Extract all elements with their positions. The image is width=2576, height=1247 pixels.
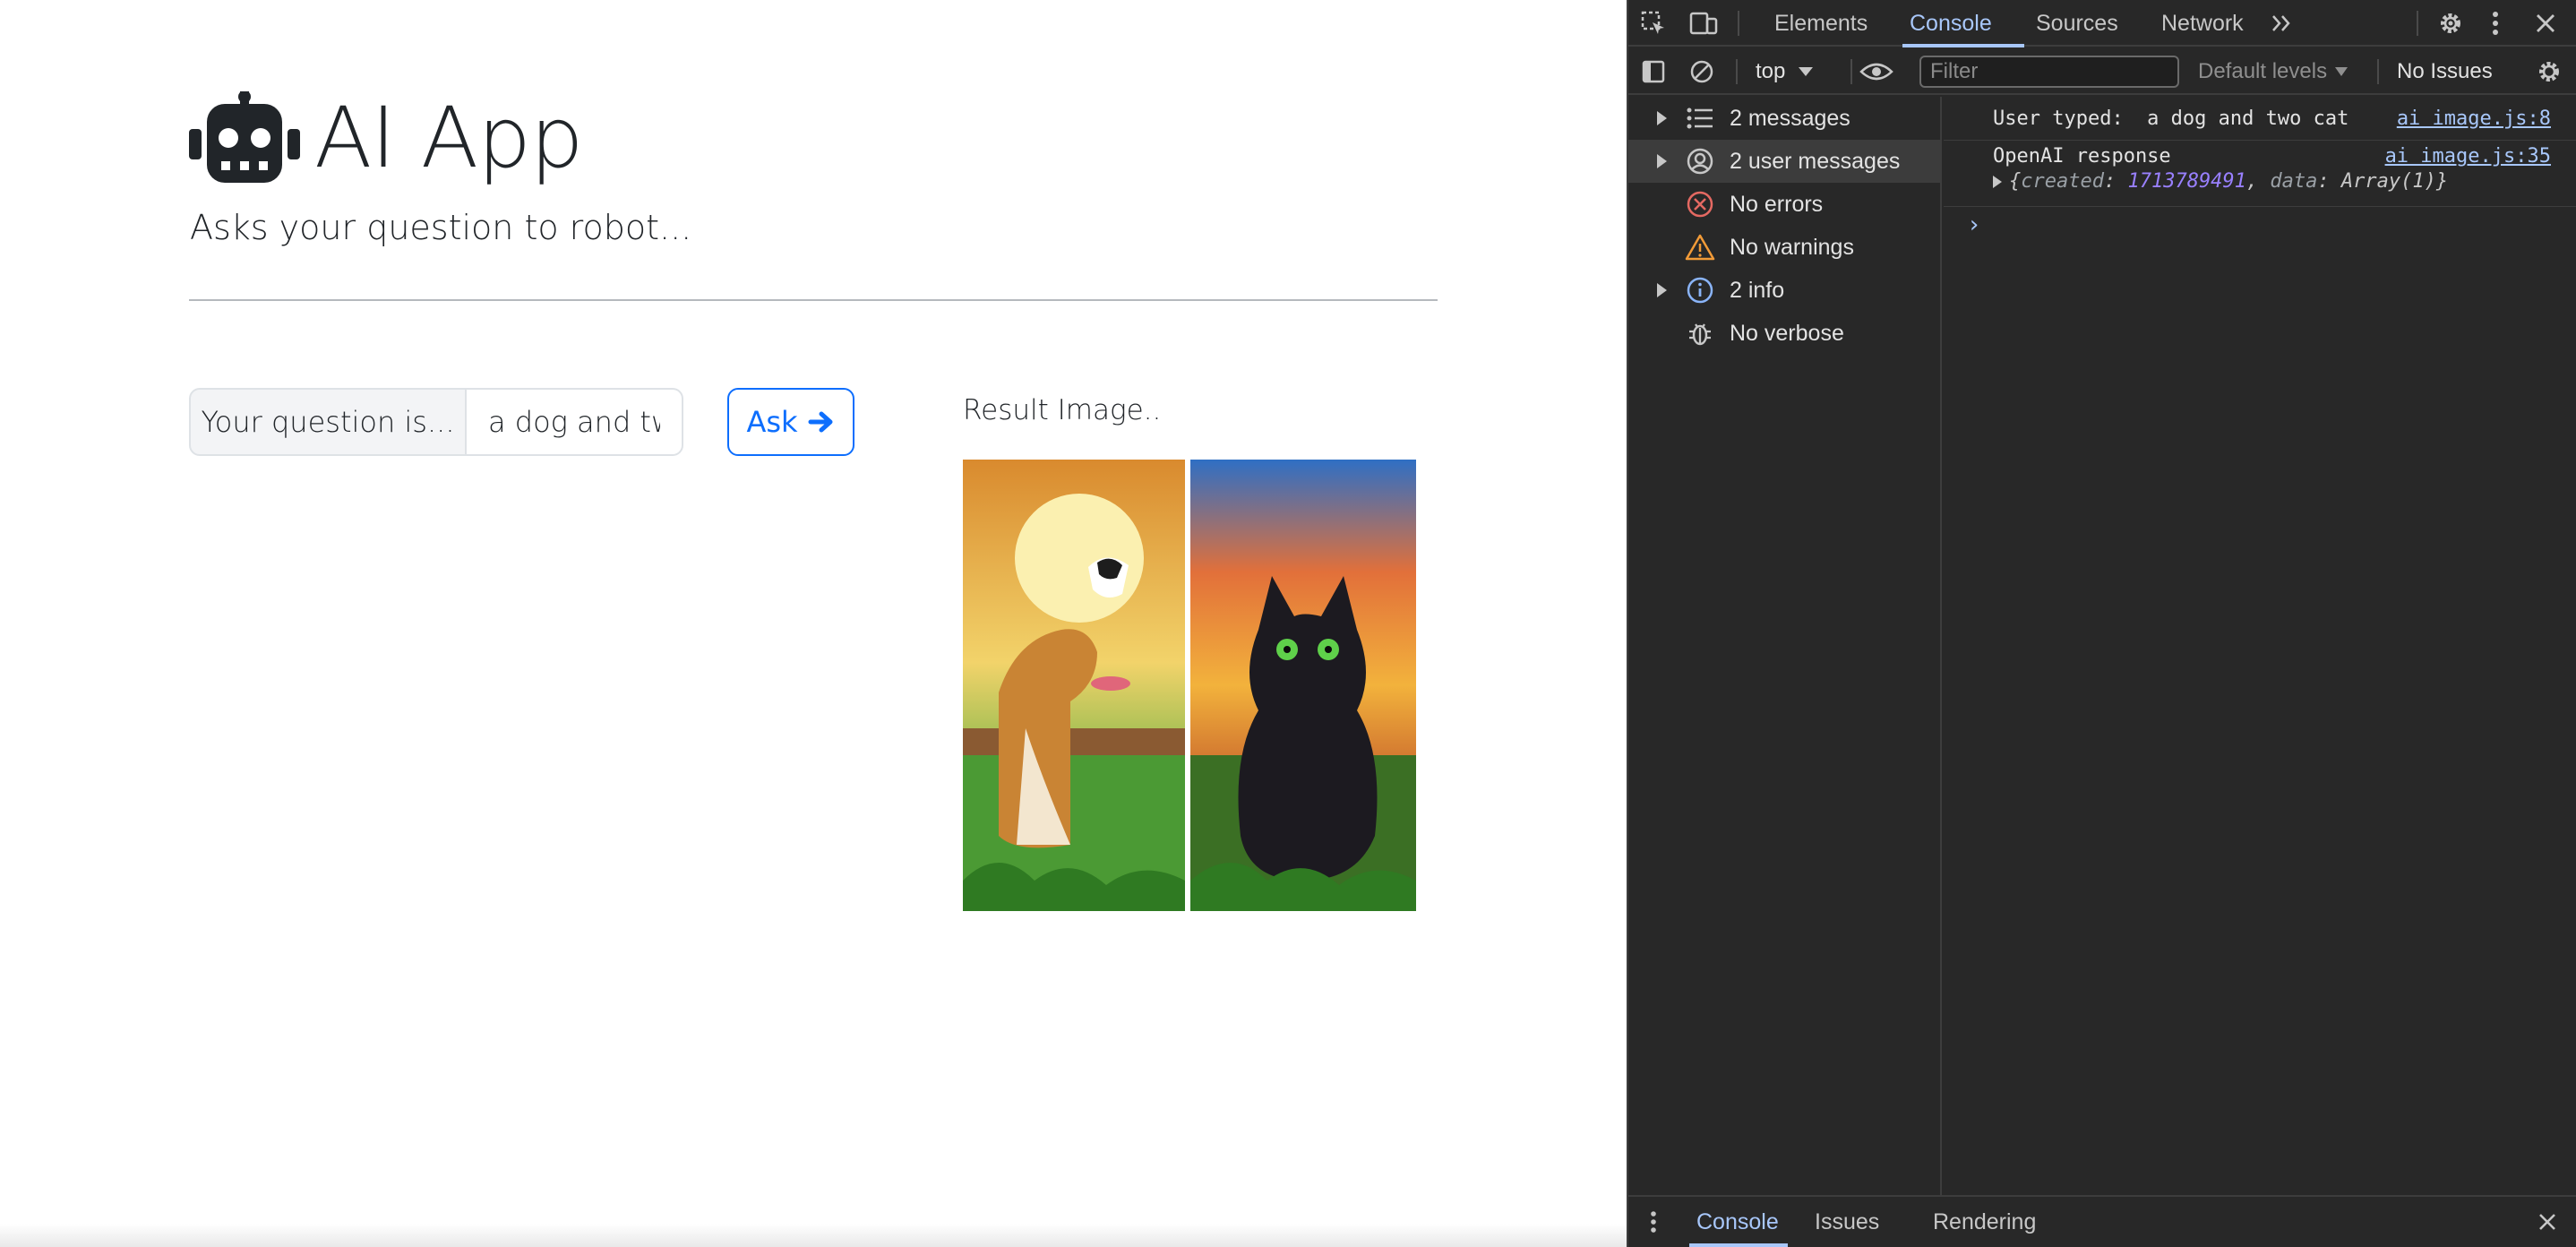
sidebar-item-warnings[interactable]: No warnings: [1628, 226, 1940, 269]
active-tab-indicator: [1902, 44, 2024, 47]
console-sidebar: 2 messages 2 user messages No errors No …: [1628, 97, 1942, 1195]
tab-network[interactable]: Network: [2161, 0, 2244, 47]
question-input-group: Your question is...: [189, 388, 683, 456]
log-divider: [1944, 206, 2576, 207]
expand-arrow-icon: [1657, 283, 1667, 297]
device-toolbar-icon[interactable]: [1689, 9, 1718, 38]
sidebar-item-label: 2 user messages: [1730, 148, 1901, 174]
log-source-link[interactable]: ai image.js:8: [2397, 108, 2551, 130]
devtools-tab-bar: Elements Console Sources Network: [1628, 0, 2576, 47]
sidebar-item-user-messages[interactable]: 2 user messages: [1628, 140, 1940, 183]
bug-icon: [1682, 315, 1718, 351]
result-label: Result Image..: [963, 394, 1162, 426]
separator: [2417, 11, 2418, 36]
log-levels-label: Default levels: [2198, 59, 2328, 83]
drawer-tab-console[interactable]: Console: [1696, 1197, 1779, 1247]
log-source-link[interactable]: ai image.js:35: [2385, 145, 2551, 168]
sidebar-item-errors[interactable]: No errors: [1628, 183, 1940, 226]
error-icon: [1682, 186, 1718, 222]
robot-icon: [189, 91, 300, 183]
page-subtitle: Asks your question to robot...: [190, 208, 692, 247]
console-prompt-chevron-icon[interactable]: ›: [1967, 211, 1981, 238]
separator: [1736, 59, 1738, 84]
divider: [189, 299, 1438, 301]
page-title: AI App: [314, 89, 584, 187]
response-object-preview[interactable]: {created: 1713789491, data: Array(1)}: [1993, 170, 2448, 193]
dropdown-arrow-icon: [2335, 67, 2348, 76]
more-tabs-icon[interactable]: [2268, 9, 2297, 38]
active-tab-indicator: [1689, 1243, 1788, 1247]
log-message: User typed: a dog and two cat: [1993, 108, 2349, 130]
object-value: 1713789491: [2127, 170, 2246, 193]
warning-icon: [1682, 229, 1718, 265]
question-input[interactable]: [467, 388, 683, 456]
expand-arrow-icon: [1993, 176, 2002, 188]
sidebar-item-label: No errors: [1730, 191, 1824, 217]
drawer-tab-rendering[interactable]: Rendering: [1933, 1197, 2036, 1247]
sidebar-item-label: 2 messages: [1730, 105, 1850, 131]
close-drawer-icon[interactable]: [2535, 1209, 2560, 1234]
context-select-value: top: [1756, 59, 1786, 83]
log-message: OpenAI response: [1993, 145, 2171, 168]
inspect-element-icon[interactable]: [1639, 9, 1668, 38]
separator: [1738, 11, 1739, 36]
sidebar-item-messages[interactable]: 2 messages: [1628, 97, 1940, 140]
separator: [2377, 59, 2379, 84]
object-value: Array(1): [2340, 170, 2436, 193]
tab-elements[interactable]: Elements: [1774, 0, 1868, 47]
log-levels-select[interactable]: Default levels: [2198, 48, 2348, 95]
sidebar-item-label: No verbose: [1730, 320, 1844, 346]
devtools-panel: Elements Console Sources Network top Fil…: [1627, 0, 2576, 1247]
sidebar-item-label: No warnings: [1730, 234, 1854, 260]
tab-sources[interactable]: Sources: [2036, 0, 2118, 47]
issues-counter[interactable]: No Issues: [2397, 48, 2493, 95]
context-select[interactable]: top: [1756, 48, 1814, 95]
devtools-drawer: Console Issues Rendering: [1628, 1195, 2576, 1247]
object-key: created: [2021, 170, 2104, 193]
drawer-tab-issues[interactable]: Issues: [1815, 1197, 1879, 1247]
console-output: User typed: a dog and two cat ai image.j…: [1944, 97, 2576, 1195]
close-devtools-icon[interactable]: [2531, 9, 2560, 38]
sidebar-toggle-icon[interactable]: [1639, 57, 1668, 86]
arrow-right-icon: [808, 411, 833, 433]
expand-arrow-icon: [1657, 111, 1667, 125]
list-icon: [1682, 100, 1718, 136]
question-label: Your question is...: [189, 388, 467, 456]
web-page: AI App Asks your question to robot... Yo…: [0, 0, 1627, 1247]
settings-gear-icon[interactable]: [2436, 9, 2465, 38]
kebab-menu-icon[interactable]: [2485, 9, 2506, 38]
console-filter-input[interactable]: [1919, 56, 2179, 88]
drawer-menu-icon[interactable]: [1646, 1208, 1661, 1236]
header: AI App: [189, 88, 584, 188]
sidebar-item-info[interactable]: 2 info: [1628, 269, 1940, 312]
separator: [1850, 59, 1852, 84]
log-entry: User typed: a dog and two cat ai image.j…: [1944, 108, 2576, 134]
bottom-edge: [0, 1224, 1627, 1247]
expand-arrow-icon: [1657, 154, 1667, 168]
clear-console-icon[interactable]: [1687, 57, 1716, 86]
sidebar-item-label: 2 info: [1730, 277, 1785, 303]
tab-console[interactable]: Console: [1910, 0, 1992, 47]
object-key: data: [2270, 170, 2318, 193]
dropdown-arrow-icon: [1799, 67, 1814, 76]
user-icon: [1682, 143, 1718, 179]
live-expression-eye-icon[interactable]: [1856, 57, 1897, 86]
result-image: [963, 460, 1416, 911]
console-settings-gear-icon[interactable]: [2535, 57, 2563, 86]
ask-button[interactable]: Ask: [727, 388, 854, 456]
sidebar-item-verbose[interactable]: No verbose: [1628, 312, 1940, 355]
log-divider: [1944, 140, 2576, 141]
ask-button-label: Ask: [746, 405, 798, 439]
info-icon: [1682, 272, 1718, 308]
